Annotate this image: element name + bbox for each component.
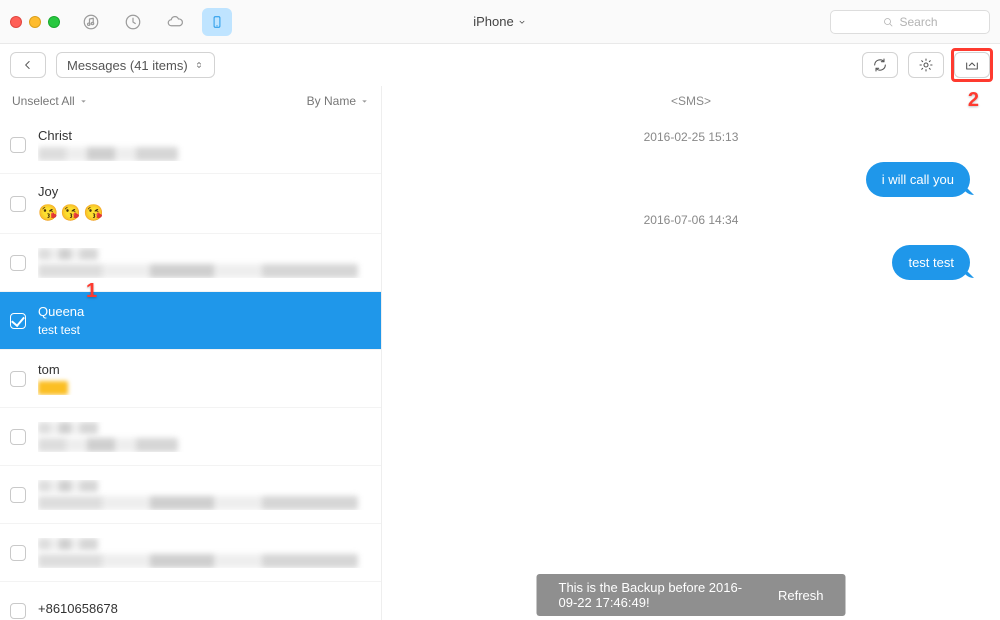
thread-preview bbox=[38, 438, 369, 452]
message-bubble[interactable]: i will call you bbox=[866, 162, 970, 197]
status-banner: This is the Backup before 2016-09-22 17:… bbox=[537, 574, 846, 616]
zoom-window-button[interactable] bbox=[48, 16, 60, 28]
close-window-button[interactable] bbox=[10, 16, 22, 28]
thread-name: Christ bbox=[38, 128, 369, 143]
thread-name: tom bbox=[38, 362, 369, 377]
main-area: Unselect All By Name Christ Joy 😘😘😘 Queena t… bbox=[0, 86, 1000, 620]
window-controls bbox=[10, 16, 60, 28]
thread-row[interactable] bbox=[0, 524, 381, 582]
sort-arrows-icon bbox=[194, 58, 204, 72]
thread-row[interactable] bbox=[0, 466, 381, 524]
thread-checkbox[interactable] bbox=[10, 371, 26, 387]
back-button[interactable] bbox=[10, 52, 46, 78]
thread-preview: 😘😘😘 bbox=[38, 203, 369, 223]
thread-row[interactable] bbox=[0, 408, 381, 466]
thread-name bbox=[38, 248, 369, 260]
search-icon bbox=[882, 16, 894, 28]
thread-row[interactable]: Queena test test bbox=[0, 292, 381, 350]
thread-row[interactable] bbox=[0, 234, 381, 292]
export-icon bbox=[963, 57, 981, 73]
thread-name bbox=[38, 422, 369, 434]
thread-preview bbox=[38, 147, 369, 161]
thread-checkbox[interactable] bbox=[10, 487, 26, 503]
status-refresh-link[interactable]: Refresh bbox=[778, 588, 824, 603]
caret-down-icon bbox=[360, 97, 369, 106]
message-bubble[interactable]: test test bbox=[892, 245, 970, 280]
thread-checkbox[interactable] bbox=[10, 603, 26, 619]
category-label: Messages (41 items) bbox=[67, 58, 188, 73]
thread-name: +8610658678 bbox=[38, 601, 369, 616]
chevron-down-icon bbox=[517, 17, 527, 27]
conversation-type-label: <SMS> bbox=[382, 86, 1000, 114]
thread-row[interactable]: tom bbox=[0, 350, 381, 408]
search-input[interactable]: Search bbox=[830, 10, 990, 34]
thread-name: Joy bbox=[38, 184, 369, 199]
thread-list: Christ Joy 😘😘😘 Queena test test tom +861065867… bbox=[0, 116, 381, 620]
conversation-panel: <SMS> 2016-02-25 15:13i will call you201… bbox=[382, 86, 1000, 620]
export-button[interactable] bbox=[954, 52, 990, 78]
thread-checkbox[interactable] bbox=[10, 255, 26, 271]
thread-preview bbox=[38, 496, 369, 510]
titlebar: iPhone Search bbox=[0, 0, 1000, 44]
caret-down-icon bbox=[79, 97, 88, 106]
thread-row[interactable]: Christ bbox=[0, 116, 381, 174]
message-timestamp: 2016-07-06 14:34 bbox=[412, 213, 970, 227]
source-tabs bbox=[76, 8, 232, 36]
settings-button[interactable] bbox=[908, 52, 944, 78]
message-row: test test bbox=[412, 245, 970, 280]
thread-list-header: Unselect All By Name bbox=[0, 86, 381, 116]
category-dropdown[interactable]: Messages (41 items) bbox=[56, 52, 215, 78]
message-timestamp: 2016-02-25 15:13 bbox=[412, 130, 970, 144]
thread-row[interactable]: Joy 😘😘😘 bbox=[0, 174, 381, 234]
message-row: i will call you bbox=[412, 162, 970, 197]
thread-checkbox[interactable] bbox=[10, 196, 26, 212]
thread-checkbox[interactable] bbox=[10, 429, 26, 445]
search-placeholder: Search bbox=[899, 15, 937, 29]
thread-name: Queena bbox=[38, 304, 369, 319]
status-text: This is the Backup before 2016-09-22 17:… bbox=[559, 580, 758, 610]
select-all-toggle[interactable]: Unselect All bbox=[12, 94, 88, 108]
backup-source-icon[interactable] bbox=[118, 8, 148, 36]
cloud-source-icon[interactable] bbox=[160, 8, 190, 36]
sort-toggle[interactable]: By Name bbox=[307, 94, 369, 108]
music-source-icon[interactable] bbox=[76, 8, 106, 36]
thread-list-panel: Unselect All By Name Christ Joy 😘😘😘 Queena t… bbox=[0, 86, 382, 620]
toolbar: Messages (41 items) 2 bbox=[0, 44, 1000, 86]
device-source-icon[interactable] bbox=[202, 8, 232, 36]
thread-name bbox=[38, 538, 369, 550]
gear-icon bbox=[918, 57, 934, 73]
thread-row[interactable]: +8610658678 bbox=[0, 582, 381, 620]
thread-preview bbox=[38, 381, 369, 395]
device-label: iPhone bbox=[473, 14, 513, 29]
thread-name bbox=[38, 480, 369, 492]
thread-checkbox[interactable] bbox=[10, 313, 26, 329]
thread-preview: test test bbox=[38, 323, 369, 337]
thread-preview bbox=[38, 554, 369, 568]
refresh-icon bbox=[872, 57, 888, 73]
conversation-body: 2016-02-25 15:13 i will call you 2016-07-0… bbox=[382, 114, 1000, 620]
annotation-number-1: 1 bbox=[86, 280, 97, 303]
refresh-button[interactable] bbox=[862, 52, 898, 78]
thread-preview bbox=[38, 264, 369, 278]
minimize-window-button[interactable] bbox=[29, 16, 41, 28]
thread-checkbox[interactable] bbox=[10, 137, 26, 153]
thread-checkbox[interactable] bbox=[10, 545, 26, 561]
chevron-left-icon bbox=[21, 58, 35, 72]
